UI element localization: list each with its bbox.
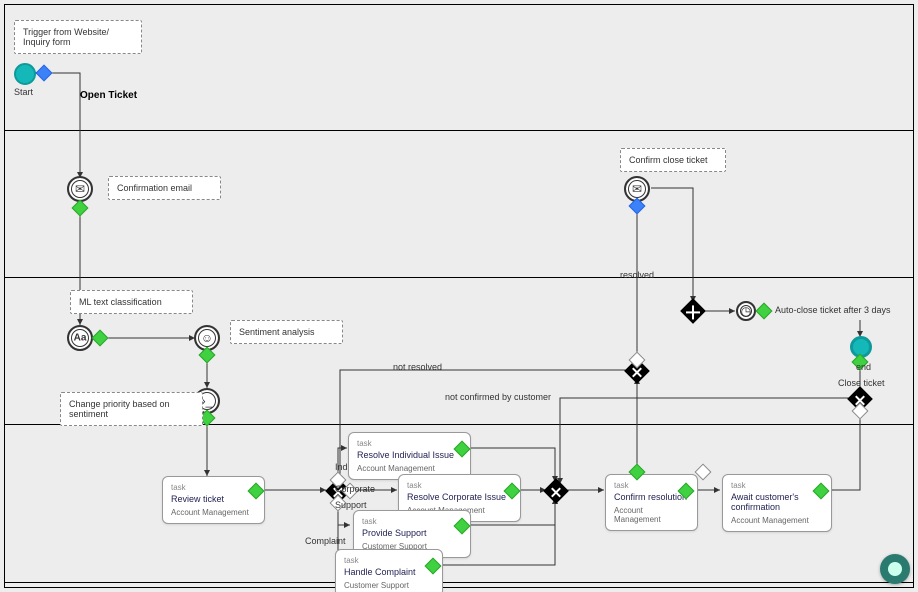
start-event[interactable] — [14, 63, 36, 85]
note-trigger: Trigger from Website/ Inquiry form — [14, 20, 142, 54]
label-auto-close: Auto-close ticket after 3 days — [775, 305, 891, 315]
task-name: Handle Complaint — [344, 567, 434, 577]
note-text: ML text classification — [79, 297, 162, 307]
open-ticket-label: Open Ticket — [80, 90, 137, 101]
task-name: Resolve Individual Issue — [357, 450, 462, 460]
note-ml-classification: ML text classification — [70, 290, 193, 314]
task-type: task — [407, 481, 512, 490]
note-change-priority: Change priority based on sentiment — [60, 392, 203, 426]
task-type: task — [731, 481, 823, 490]
end-label: end — [856, 362, 871, 372]
face-icon: ☺ — [201, 331, 213, 345]
note-text: Confirm close ticket — [629, 155, 708, 165]
task-type: task — [357, 439, 462, 448]
task-role: Account Management — [731, 516, 823, 525]
note-text: Confirmation email — [117, 183, 192, 193]
branch-support: Support — [335, 500, 367, 510]
clock-icon: ◷ — [741, 304, 751, 318]
task-type: task — [171, 483, 256, 492]
task-role: Customer Support — [344, 581, 434, 590]
task-role: Account Management — [171, 508, 256, 517]
task-name: Resolve Corporate Issue — [407, 492, 512, 502]
task-name: Confirm resolution — [614, 492, 689, 502]
note-text: Sentiment analysis — [239, 327, 315, 337]
help-avatar[interactable] — [880, 554, 910, 584]
label-resolved: resolved — [620, 270, 654, 280]
start-label: Start — [14, 87, 33, 97]
terminal-icon: ›_ — [202, 394, 213, 408]
lane-divider — [4, 582, 914, 583]
text-icon: Aa — [74, 333, 87, 344]
task-type: task — [614, 481, 689, 490]
classification-event[interactable]: Aa — [67, 325, 93, 351]
task-handle-complaint[interactable]: task Handle Complaint Customer Support — [335, 549, 443, 592]
task-review-ticket[interactable]: task Review ticket Account Management — [162, 476, 265, 524]
close-ticket-label: Close ticket — [838, 378, 885, 388]
task-type: task — [344, 556, 434, 565]
note-sentiment: Sentiment analysis — [230, 320, 343, 344]
mail-event[interactable]: ✉ — [67, 176, 93, 202]
note-confirm-close: Confirm close ticket — [620, 148, 726, 172]
task-role: Account Management — [614, 506, 689, 524]
note-text: Trigger from Website/ Inquiry form — [23, 27, 109, 47]
task-resolve-individual[interactable]: task Resolve Individual Issue Account Ma… — [348, 432, 471, 480]
task-await-confirmation[interactable]: task Await customer's confirmation Accou… — [722, 474, 832, 532]
task-role: Account Management — [357, 464, 462, 473]
note-text: Change priority based on sentiment — [69, 399, 170, 419]
branch-corporate: Corporate — [335, 484, 375, 494]
task-type: task — [362, 517, 462, 526]
note-confirmation-email: Confirmation email — [108, 176, 221, 200]
task-name: Await customer's confirmation — [731, 492, 823, 512]
task-name: Provide Support — [362, 528, 462, 538]
envelope-icon: ✉ — [75, 182, 85, 196]
lane-divider — [4, 277, 914, 278]
label-not-confirmed: not confirmed by customer — [445, 392, 551, 402]
envelope-icon: ✉ — [632, 182, 642, 196]
label-not-resolved: not resolved — [393, 362, 442, 372]
task-name: Review ticket — [171, 494, 256, 504]
lane-divider — [4, 130, 914, 131]
timer-event[interactable]: ◷ — [736, 301, 756, 321]
branch-complaint: Complaint — [305, 536, 346, 546]
